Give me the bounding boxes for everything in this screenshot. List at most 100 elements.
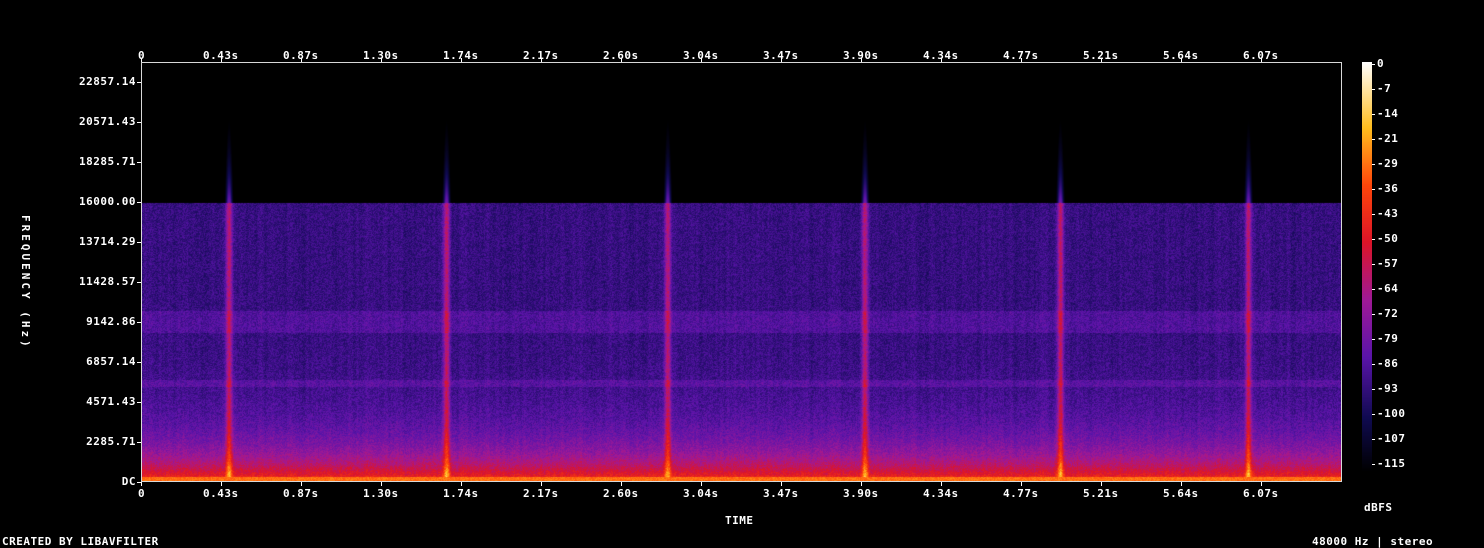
x-tick-label-bottom: 5.64s xyxy=(1163,487,1199,500)
x-tick-bottom xyxy=(1101,482,1102,486)
colorbar-tick-label: -14 xyxy=(1377,107,1399,120)
y-tick xyxy=(137,402,141,403)
x-tick-top xyxy=(1181,58,1182,62)
colorbar-tick xyxy=(1372,114,1375,115)
x-tick-bottom xyxy=(221,482,222,486)
colorbar-tick-label: -64 xyxy=(1377,282,1399,295)
colorbar-tick xyxy=(1372,264,1375,265)
colorbar-tick xyxy=(1372,189,1375,190)
y-tick-label: 13714.29 xyxy=(79,235,136,248)
x-tick-bottom xyxy=(541,482,542,486)
colorbar-tick-label: -100 xyxy=(1377,407,1406,420)
y-tick xyxy=(137,162,141,163)
colorbar-tick xyxy=(1372,364,1375,365)
x-tick-bottom xyxy=(141,482,142,486)
colorbar-tick xyxy=(1372,464,1375,465)
x-tick-bottom xyxy=(621,482,622,486)
x-tick-bottom xyxy=(861,482,862,486)
y-tick xyxy=(137,242,141,243)
colorbar-tick-label: -115 xyxy=(1377,457,1406,470)
colorbar-tick xyxy=(1372,164,1375,165)
x-tick-top xyxy=(1101,58,1102,62)
y-tick-label: 6857.14 xyxy=(86,355,136,368)
y-tick xyxy=(137,482,141,483)
y-tick xyxy=(137,122,141,123)
colorbar-tick-label: -79 xyxy=(1377,332,1399,345)
footer-format: 48000 Hz | stereo xyxy=(1312,535,1434,548)
x-tick-top xyxy=(621,58,622,62)
colorbar-tick xyxy=(1372,239,1375,240)
x-tick-top xyxy=(1261,58,1262,62)
x-tick-top xyxy=(541,58,542,62)
x-tick-label-bottom: 4.34s xyxy=(923,487,959,500)
colorbar-tick xyxy=(1372,414,1375,415)
colorbar-label: dBFS xyxy=(1364,501,1393,514)
x-tick-top xyxy=(1021,58,1022,62)
y-tick-label: 2285.71 xyxy=(86,435,136,448)
colorbar-tick-label: -7 xyxy=(1377,82,1392,95)
y-tick-label: 16000.00 xyxy=(79,195,136,208)
x-axis-title: TIME xyxy=(725,514,754,527)
x-tick-bottom xyxy=(781,482,782,486)
x-tick-label-bottom: 2.60s xyxy=(603,487,639,500)
colorbar-tick xyxy=(1372,389,1375,390)
x-tick-label-bottom: 0 xyxy=(138,487,146,500)
y-tick-label: 4571.43 xyxy=(86,395,136,408)
x-tick-bottom xyxy=(381,482,382,486)
colorbar-tick xyxy=(1372,439,1375,440)
colorbar-tick-label: -36 xyxy=(1377,182,1399,195)
x-tick-top xyxy=(221,58,222,62)
colorbar-tick xyxy=(1372,339,1375,340)
colorbar-tick xyxy=(1372,89,1375,90)
colorbar-tick-label: -57 xyxy=(1377,257,1399,270)
x-tick-bottom xyxy=(301,482,302,486)
plot-area xyxy=(141,62,1342,482)
y-tick xyxy=(137,322,141,323)
colorbar-tick-label: 0 xyxy=(1377,57,1385,70)
x-tick-top xyxy=(301,58,302,62)
colorbar-tick-label: -43 xyxy=(1377,207,1399,220)
x-tick-label-bottom: 3.90s xyxy=(843,487,879,500)
y-tick xyxy=(137,282,141,283)
y-tick-label: DC xyxy=(121,475,136,488)
colorbar-tick xyxy=(1372,214,1375,215)
x-tick-top xyxy=(701,58,702,62)
colorbar-tick-label: -50 xyxy=(1377,232,1399,245)
x-tick-label-bottom: 0.87s xyxy=(283,487,319,500)
x-tick-bottom xyxy=(941,482,942,486)
x-tick-label-bottom: 3.04s xyxy=(683,487,719,500)
y-tick xyxy=(137,82,141,83)
colorbar-tick-label: -107 xyxy=(1377,432,1406,445)
colorbar-tick xyxy=(1372,139,1375,140)
x-tick-top xyxy=(461,58,462,62)
x-tick-label-bottom: 1.74s xyxy=(443,487,479,500)
x-tick-label-bottom: 6.07s xyxy=(1243,487,1279,500)
x-tick-label-bottom: 0.43s xyxy=(203,487,239,500)
y-tick xyxy=(137,442,141,443)
colorbar-tick-label: -21 xyxy=(1377,132,1399,145)
colorbar-tick xyxy=(1372,314,1375,315)
colorbar-tick-label: -86 xyxy=(1377,357,1399,370)
spectrogram-image xyxy=(142,63,1341,481)
colorbar-tick-label: -93 xyxy=(1377,382,1399,395)
x-tick-bottom xyxy=(1021,482,1022,486)
y-tick xyxy=(137,202,141,203)
colorbar xyxy=(1362,62,1372,472)
x-tick-top xyxy=(941,58,942,62)
x-tick-bottom xyxy=(701,482,702,486)
x-tick-label-bottom: 1.30s xyxy=(363,487,399,500)
y-tick-label: 18285.71 xyxy=(79,155,136,168)
x-tick-bottom xyxy=(461,482,462,486)
x-tick-bottom xyxy=(1261,482,1262,486)
x-tick-label-bottom: 3.47s xyxy=(763,487,799,500)
x-tick-top xyxy=(861,58,862,62)
y-tick-label: 11428.57 xyxy=(79,275,136,288)
colorbar-tick-label: -72 xyxy=(1377,307,1399,320)
x-tick-top xyxy=(781,58,782,62)
y-tick-label: 9142.86 xyxy=(86,315,136,328)
x-tick-top xyxy=(141,58,142,62)
colorbar-tick xyxy=(1372,289,1375,290)
y-tick-label: 22857.14 xyxy=(79,75,136,88)
x-tick-label-bottom: 4.77s xyxy=(1003,487,1039,500)
x-tick-top xyxy=(381,58,382,62)
